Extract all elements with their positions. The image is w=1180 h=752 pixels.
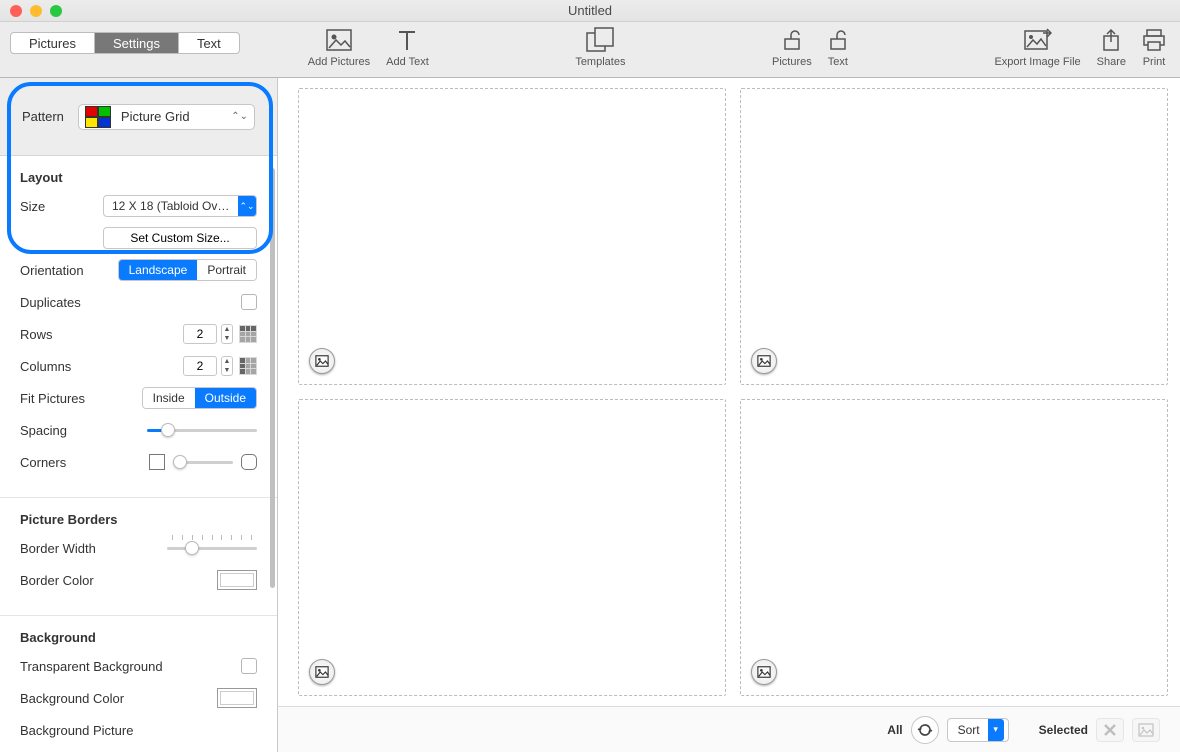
bottom-bar: All Sort ▾ Selected <box>278 706 1180 752</box>
rows-label: Rows <box>20 327 100 342</box>
background-color-well[interactable] <box>217 688 257 708</box>
tab-text[interactable]: Text <box>179 33 239 53</box>
tab-settings[interactable]: Settings <box>95 33 179 53</box>
picture-slot[interactable] <box>298 399 726 696</box>
export-icon <box>1024 26 1052 54</box>
border-color-label: Border Color <box>20 573 130 588</box>
layout-heading: Layout <box>20 170 257 185</box>
share-button[interactable]: Share <box>1097 26 1126 68</box>
lock-pictures-button[interactable]: Pictures <box>772 26 812 68</box>
background-heading: Background <box>20 630 257 645</box>
titlebar: Untitled <box>0 0 1180 22</box>
sort-select[interactable]: Sort ▾ <box>947 718 1009 742</box>
fit-segmented: Inside Outside <box>142 387 257 409</box>
spacing-slider[interactable] <box>147 420 257 440</box>
transparent-bg-checkbox[interactable] <box>241 658 257 674</box>
fit-inside[interactable]: Inside <box>143 388 195 408</box>
corners-round-icon <box>241 454 257 470</box>
chevron-down-icon: ▾ <box>988 719 1004 741</box>
print-button[interactable]: Print <box>1142 26 1166 68</box>
transparent-bg-label: Transparent Background <box>20 659 190 674</box>
remove-selected-button[interactable] <box>1096 718 1124 742</box>
picture-slot[interactable] <box>740 88 1168 385</box>
canvas-area: All Sort ▾ Selected <box>278 78 1180 752</box>
picture-plus-icon <box>326 26 352 54</box>
picture-slot[interactable] <box>740 399 1168 696</box>
tab-pictures[interactable]: Pictures <box>11 33 95 53</box>
pattern-label: Pattern <box>22 109 64 124</box>
corners-label: Corners <box>20 455 100 470</box>
fit-pictures-label: Fit Pictures <box>20 391 100 406</box>
templates-button[interactable]: Templates <box>575 26 625 68</box>
borders-heading: Picture Borders <box>20 512 257 527</box>
rows-stepper[interactable]: ▲▼ <box>183 324 233 344</box>
picture-placeholder-icon <box>751 348 777 374</box>
toolbar: Pictures Settings Text Add Pictures Add … <box>0 22 1180 78</box>
columns-grid-icon <box>239 357 257 375</box>
spacing-label: Spacing <box>20 423 100 438</box>
text-icon <box>397 26 417 54</box>
window-title: Untitled <box>0 3 1180 18</box>
share-icon <box>1101 26 1121 54</box>
picture-placeholder-icon <box>309 348 335 374</box>
background-picture-label: Background Picture <box>20 723 160 738</box>
pattern-swatch-icon <box>85 106 111 128</box>
set-custom-size-button[interactable]: Set Custom Size... <box>103 227 257 249</box>
picture-placeholder-icon <box>751 659 777 685</box>
chevron-updown-icon: ⌃⌄ <box>238 196 256 216</box>
border-width-slider[interactable] <box>167 538 257 558</box>
orientation-label: Orientation <box>20 263 100 278</box>
chevron-updown-icon: ⌃⌄ <box>231 111 248 122</box>
size-select[interactable]: 12 X 18 (Tabloid Ov… ⌃⌄ <box>103 195 257 217</box>
corners-slider[interactable] <box>173 452 233 472</box>
pattern-select[interactable]: Picture Grid ⌃⌄ <box>78 104 255 130</box>
refresh-button[interactable] <box>911 716 939 744</box>
orientation-segmented: Landscape Portrait <box>118 259 257 281</box>
corners-square-icon <box>149 454 165 470</box>
insert-selected-button[interactable] <box>1132 718 1160 742</box>
size-label: Size <box>20 199 100 214</box>
orientation-landscape[interactable]: Landscape <box>119 260 198 280</box>
duplicates-label: Duplicates <box>20 295 100 310</box>
all-label: All <box>887 723 902 737</box>
columns-stepper[interactable]: ▲▼ <box>183 356 233 376</box>
export-image-button[interactable]: Export Image File <box>994 26 1080 68</box>
border-color-well[interactable] <box>217 570 257 590</box>
sidebar: Pattern Picture Grid ⌃⌄ Layout Size 12 X… <box>0 78 278 752</box>
duplicates-checkbox[interactable] <box>241 294 257 310</box>
orientation-portrait[interactable]: Portrait <box>197 260 256 280</box>
rows-grid-icon <box>239 325 257 343</box>
picture-placeholder-icon <box>309 659 335 685</box>
add-text-button[interactable]: Add Text <box>386 26 429 68</box>
selected-label: Selected <box>1039 723 1088 737</box>
lock-text-button[interactable]: Text <box>828 26 848 68</box>
unlock-icon <box>783 26 801 54</box>
sidebar-tabs: Pictures Settings Text <box>10 32 240 54</box>
background-color-label: Background Color <box>20 691 160 706</box>
border-width-label: Border Width <box>20 541 130 556</box>
refresh-icon <box>917 722 933 738</box>
columns-input[interactable] <box>183 356 217 376</box>
unlock-icon <box>829 26 847 54</box>
templates-icon <box>585 26 615 54</box>
rows-input[interactable] <box>183 324 217 344</box>
columns-label: Columns <box>20 359 100 374</box>
add-pictures-button[interactable]: Add Pictures <box>308 26 370 68</box>
close-icon <box>1103 723 1117 737</box>
picture-slot[interactable] <box>298 88 726 385</box>
fit-outside[interactable]: Outside <box>195 388 256 408</box>
picture-icon <box>1138 723 1154 737</box>
print-icon <box>1142 26 1166 54</box>
